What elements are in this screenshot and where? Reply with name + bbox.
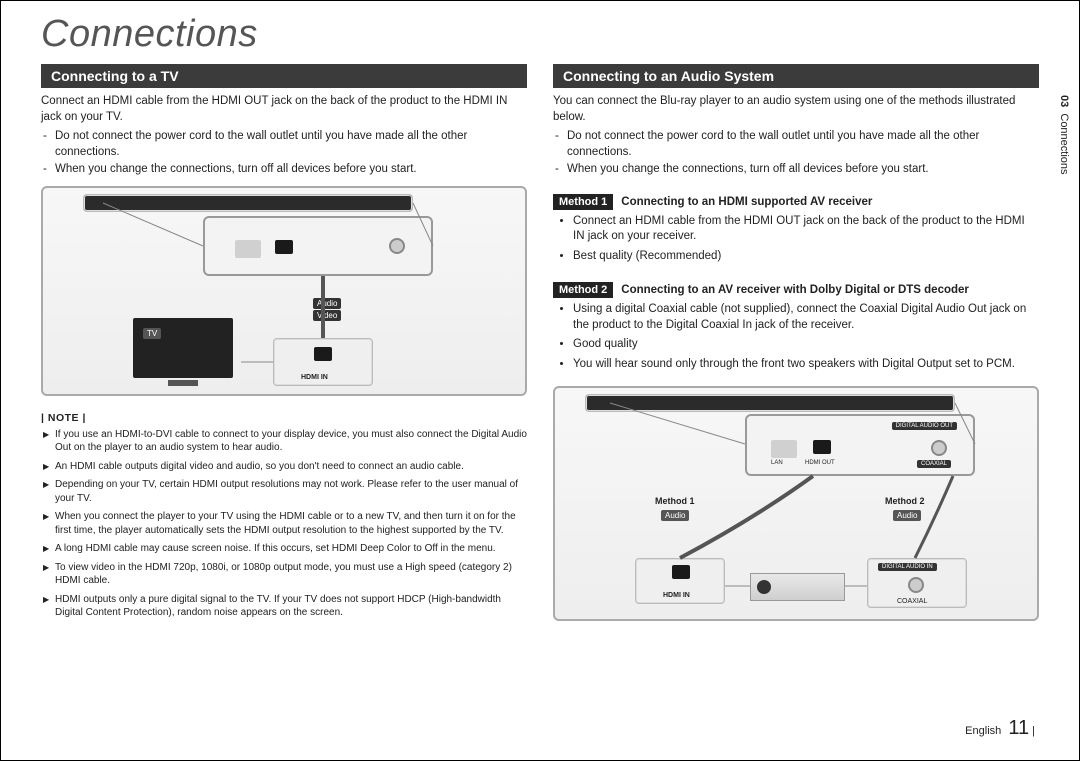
method2-b2: Good quality [573, 337, 1039, 353]
method2-b3: You will hear sound only through the fro… [573, 357, 1039, 373]
diagram-lines-r [555, 388, 1037, 619]
page-footer: English 11 | [553, 717, 1039, 740]
footer-page: 11 [1008, 717, 1029, 739]
method1-badge: Method 1 [553, 194, 613, 210]
diagram-lines [43, 188, 525, 394]
footer-lang: English [965, 725, 1001, 737]
method1-b2: Best quality (Recommended) [573, 249, 1039, 265]
side-tab-num: 03 [1058, 95, 1070, 107]
note-item: An HDMI cable outputs digital video and … [55, 460, 527, 474]
tv-warn-2: When you change the connections, turn of… [55, 162, 527, 178]
notes-list: If you use an HDMI-to-DVI cable to conne… [41, 428, 527, 625]
tv-intro: Connect an HDMI cable from the HDMI OUT … [41, 94, 527, 125]
side-tab: 03 Connections [1058, 95, 1070, 175]
note-item: A long HDMI cable may cause screen noise… [55, 542, 527, 556]
side-tab-label: Connections [1058, 113, 1070, 174]
left-column: Connecting to a TV Connect an HDMI cable… [41, 64, 527, 740]
audio-intro: You can connect the Blu-ray player to an… [553, 94, 1039, 125]
method1-title: Connecting to an HDMI supported AV recei… [621, 196, 872, 208]
diagram-tv: Audio Video TV HDMI IN [41, 186, 527, 396]
audio-warn-2: When you change the connections, turn of… [567, 162, 1039, 178]
method1-b1: Connect an HDMI cable from the HDMI OUT … [573, 214, 1039, 245]
tv-warn-1: Do not connect the power cord to the wal… [55, 129, 527, 160]
audio-warn-1: Do not connect the power cord to the wal… [567, 129, 1039, 160]
method2-b1: Using a digital Coaxial cable (not suppl… [573, 302, 1039, 333]
note-item: When you connect the player to your TV u… [55, 510, 527, 537]
note-item: Depending on your TV, certain HDMI outpu… [55, 478, 527, 505]
right-column: Connecting to an Audio System You can co… [553, 64, 1039, 740]
note-label: | NOTE | [41, 412, 527, 424]
method2-badge: Method 2 [553, 282, 613, 298]
heading-connecting-tv: Connecting to a TV [41, 64, 527, 88]
heading-connecting-audio: Connecting to an Audio System [553, 64, 1039, 88]
note-item: HDMI outputs only a pure digital signal … [55, 593, 527, 620]
diagram-audio: LAN HDMI OUT DIGITAL AUDIO OUT COAXIAL M… [553, 386, 1039, 621]
page-title: Connections [41, 13, 1039, 56]
method2-title: Connecting to an AV receiver with Dolby … [621, 284, 969, 296]
note-item: To view video in the HDMI 720p, 1080i, o… [55, 561, 527, 588]
note-item: If you use an HDMI-to-DVI cable to conne… [55, 428, 527, 455]
